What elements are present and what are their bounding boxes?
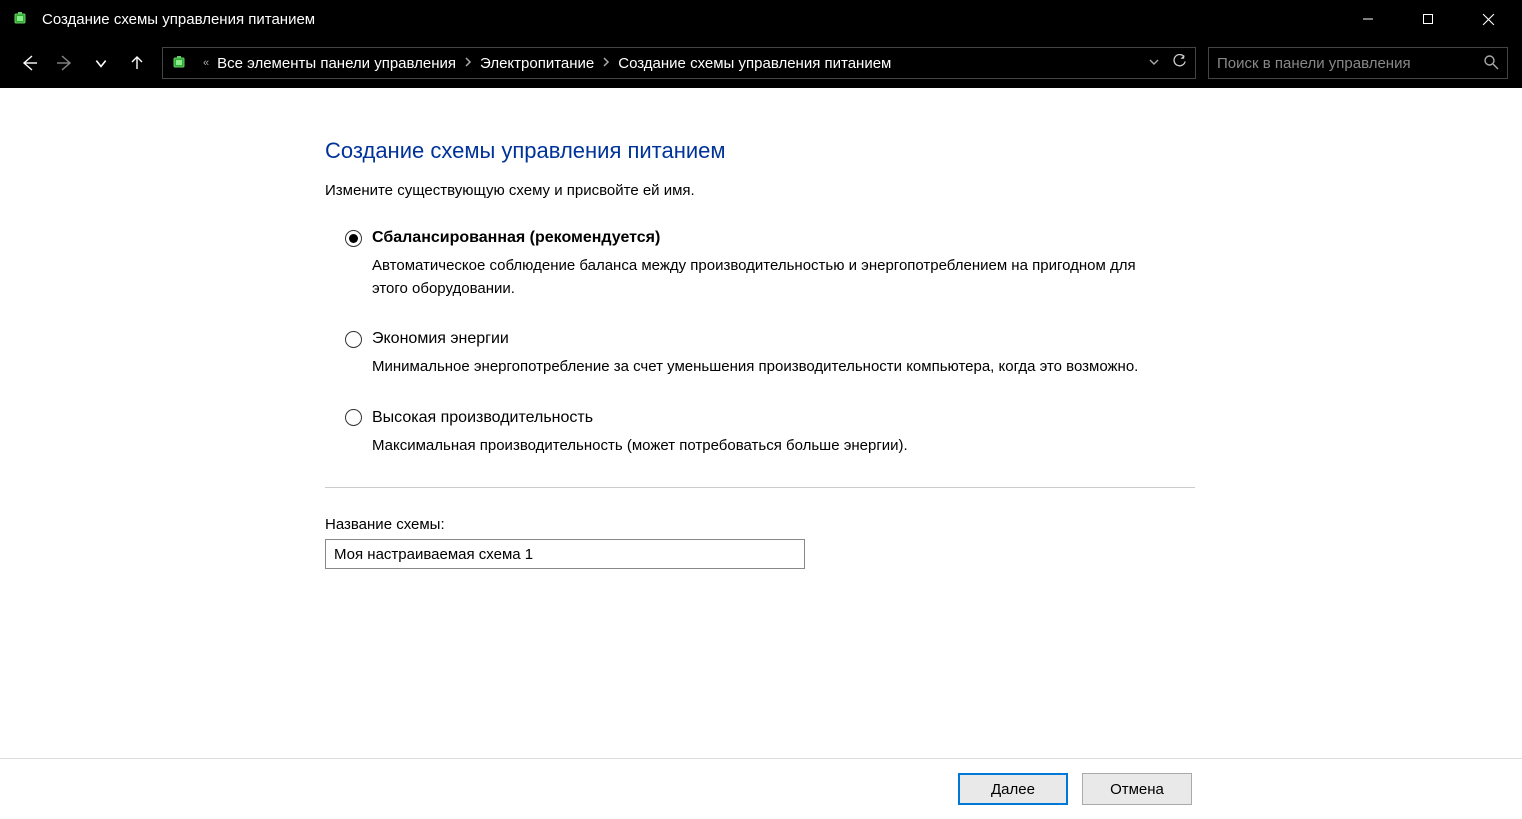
chevron-down-icon[interactable] (1148, 55, 1160, 71)
search-box[interactable] (1208, 47, 1508, 79)
radio-option-power-saver[interactable]: Экономия энергии Минимальное энергопотре… (345, 330, 1195, 379)
navbar: « Все элементы панели управления Электро… (0, 38, 1522, 88)
window-controls (1338, 0, 1518, 38)
radio-label: Экономия энергии (372, 330, 509, 348)
close-button[interactable] (1458, 0, 1518, 38)
up-button[interactable] (122, 48, 152, 78)
radio-option-balanced[interactable]: Сбалансированная (рекомендуется) Автомат… (345, 229, 1195, 300)
battery-icon (12, 9, 32, 29)
chevron-right-icon (602, 57, 610, 70)
forward-button[interactable] (50, 48, 80, 78)
page-subheading: Измените существующую схему и присвойте … (325, 182, 1195, 199)
window-title: Создание схемы управления питанием (42, 11, 1338, 28)
search-icon[interactable] (1483, 54, 1499, 73)
radio-button-icon[interactable] (345, 230, 362, 247)
content-area: Создание схемы управления питанием Измен… (0, 88, 1522, 819)
divider (325, 487, 1195, 488)
radio-label: Сбалансированная (рекомендуется) (372, 229, 660, 247)
chevron-right-icon (464, 57, 472, 70)
footer: Далее Отмена (0, 758, 1522, 819)
recent-locations-button[interactable] (86, 48, 116, 78)
plan-name-input[interactable] (325, 539, 805, 569)
radio-label: Высокая производительность (372, 409, 593, 427)
maximize-button[interactable] (1398, 0, 1458, 38)
breadcrumb-item-create-plan[interactable]: Создание схемы управления питанием (614, 55, 895, 72)
cancel-button[interactable]: Отмена (1082, 773, 1192, 805)
refresh-icon[interactable] (1172, 54, 1187, 72)
back-button[interactable] (14, 48, 44, 78)
radio-description: Автоматическое соблюдение баланса между … (372, 255, 1162, 300)
radio-button-icon[interactable] (345, 331, 362, 348)
breadcrumb-item-power-options[interactable]: Электропитание (476, 55, 598, 72)
power-plan-radio-group: Сбалансированная (рекомендуется) Автомат… (345, 229, 1195, 457)
search-input[interactable] (1217, 55, 1477, 72)
breadcrumb-chevrons-back[interactable]: « (203, 57, 209, 69)
battery-icon (171, 53, 191, 73)
titlebar: Создание схемы управления питанием (0, 0, 1522, 38)
radio-button-icon[interactable] (345, 409, 362, 426)
next-button[interactable]: Далее (958, 773, 1068, 805)
radio-description: Минимальное энергопотребление за счет ум… (372, 356, 1162, 379)
radio-option-high-performance[interactable]: Высокая производительность Максимальная … (345, 409, 1195, 458)
plan-name-label: Название схемы: (325, 516, 1195, 533)
radio-description: Максимальная производительность (может п… (372, 435, 1162, 458)
breadcrumb-item-all-elements[interactable]: Все элементы панели управления (213, 55, 460, 72)
address-bar[interactable]: « Все элементы панели управления Электро… (162, 47, 1196, 79)
minimize-button[interactable] (1338, 0, 1398, 38)
page-heading: Создание схемы управления питанием (325, 138, 1195, 164)
